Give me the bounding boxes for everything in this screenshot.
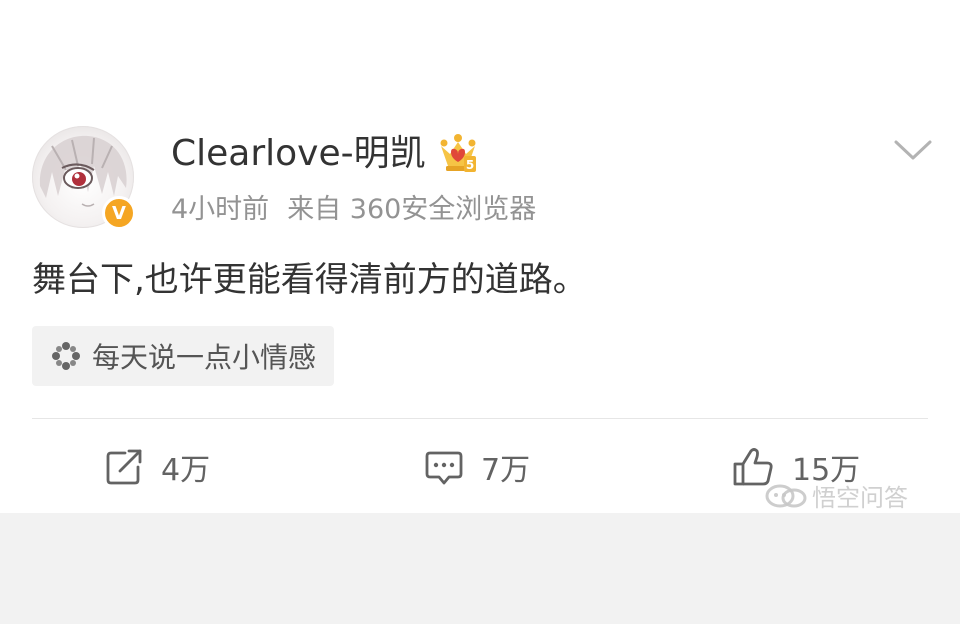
watermark-text: 悟空问答 [812,484,908,512]
topic-tag[interactable]: 每天说一点小情感 [32,326,335,386]
username[interactable]: Clearlove-明凯 [171,132,426,176]
divider [32,418,928,419]
post-text: 舞台下,也许更能看得清前方的道路。 [32,260,587,300]
topic-label: 每天说一点小情感 [92,341,317,374]
vip-level-text: 5 [466,158,474,172]
chevron-down-icon[interactable] [893,137,933,163]
repost-icon [106,449,142,485]
repost-button[interactable]: 4万 [105,444,210,490]
verified-badge-icon: V [102,196,136,230]
feed-background [0,513,960,624]
repost-count: 4万 [161,453,211,488]
comment-icon [425,451,463,485]
comment-count: 7万 [481,453,531,488]
comment-button[interactable]: 7万 [425,444,530,490]
watermark: 悟空问答 [764,478,908,513]
vip-crown-icon[interactable]: 5 [438,132,478,174]
post-meta: 4小时前 来自 360安全浏览器 [171,192,536,228]
post-time: 4小时前 [171,194,270,225]
wukong-logo-icon [765,484,807,507]
post-source[interactable]: 来自 360安全浏览器 [287,194,536,225]
weibo-post-card: V Clearlove-明凯 5 4小时前 来自 360安全浏览器 舞台下,也许更… [0,0,960,513]
sparkle-icon [52,342,80,370]
